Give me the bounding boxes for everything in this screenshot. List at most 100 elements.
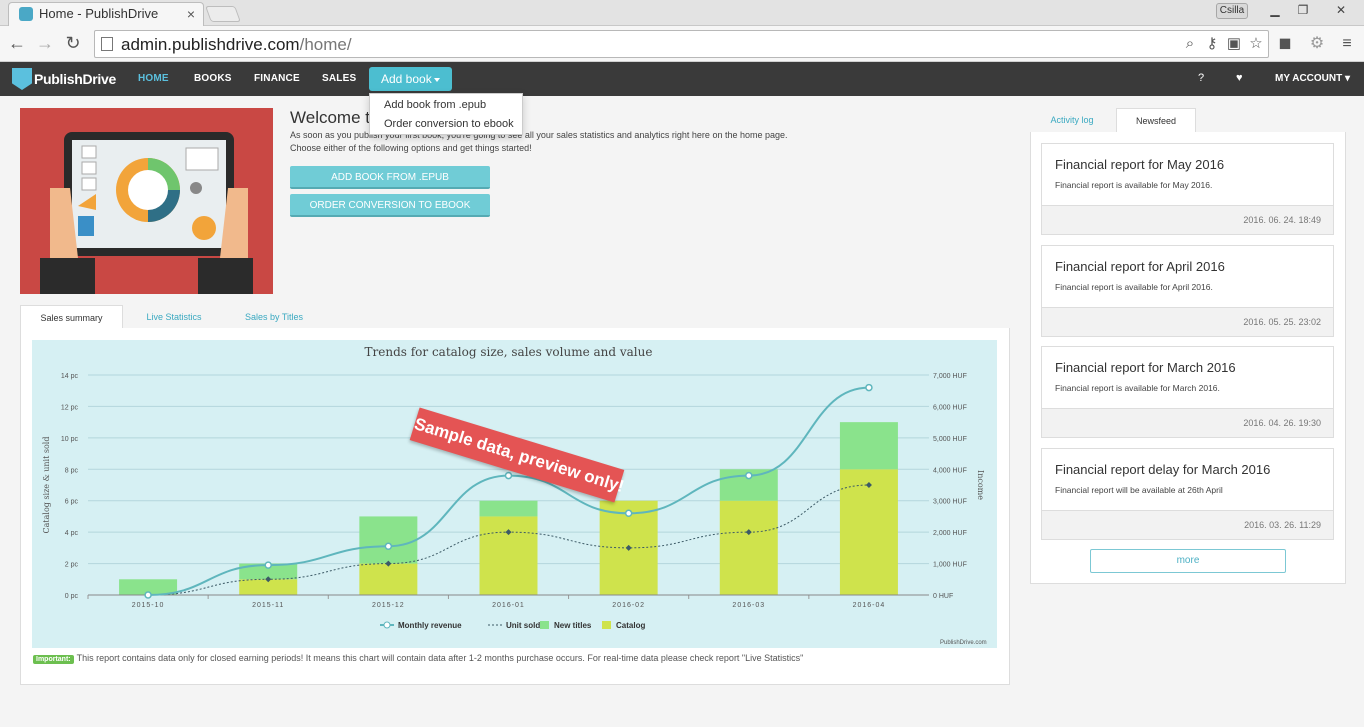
news-card[interactable]: Financial report for May 2016 Financial …: [1041, 143, 1334, 235]
y2-tick-label: 7,000 HUF: [933, 373, 967, 380]
nav-finance[interactable]: FINANCE: [254, 73, 300, 84]
minimize-icon[interactable]: ▁: [1262, 1, 1288, 19]
profile-button[interactable]: Csilla: [1216, 3, 1248, 19]
x-tick-label: 2015-10: [132, 602, 165, 609]
app-navbar: PublishDrive HOME BOOKS FINANCE SALES Ad…: [0, 62, 1364, 96]
x-tick-label: 2016-02: [612, 602, 645, 609]
y-tick-label: 12 pc: [61, 404, 79, 411]
chart-credit: PublishDrive.com: [940, 640, 987, 646]
url-text: admin.publishdrive.com/home/: [121, 35, 352, 54]
news-body: Financial report is available for March …: [1055, 383, 1220, 393]
nav-home[interactable]: HOME: [138, 73, 169, 84]
y-tick-label: 0 pc: [65, 593, 79, 600]
welcome-title: Welcome to: [290, 108, 380, 127]
menu-icon[interactable]: ≡: [1336, 33, 1358, 55]
legend-label: Monthly revenue: [398, 621, 462, 630]
forward-icon[interactable]: →: [34, 32, 56, 54]
legend-swatch-marker: [383, 621, 391, 629]
bar-catalog: [839, 469, 898, 595]
extension-icon[interactable]: ◼: [1274, 33, 1296, 55]
back-icon[interactable]: ←: [6, 32, 28, 54]
help-icon[interactable]: ?: [1198, 72, 1204, 84]
news-date: 2016. 04. 26. 19:30: [1243, 418, 1321, 428]
legend-label: Unit sold: [506, 621, 540, 630]
news-card[interactable]: Financial report delay for March 2016 Fi…: [1041, 448, 1334, 540]
reload-icon[interactable]: ↻: [62, 32, 84, 54]
trends-chart: Trends for catalog size, sales volume an…: [32, 340, 997, 648]
bar-new-titles: [479, 500, 538, 517]
news-footer: 2016. 04. 26. 19:30: [1042, 408, 1333, 437]
tab-live-statistics[interactable]: Live Statistics: [130, 305, 218, 329]
bar-new-titles: [359, 516, 418, 564]
monthly-revenue-point: [624, 509, 633, 518]
y2-tick-label: 6,000 HUF: [933, 404, 967, 411]
bar-catalog: [479, 516, 538, 595]
monthly-revenue-point: [504, 471, 513, 480]
order-conversion-button[interactable]: ORDER CONVERSION TO EBOOK: [290, 194, 490, 217]
x-tick-label: 2016-01: [492, 602, 525, 609]
tab-activity-log[interactable]: Activity log: [1038, 108, 1106, 132]
legend-label: Catalog: [616, 621, 645, 630]
news-footer: 2016. 03. 26. 11:29: [1042, 510, 1333, 539]
address-bar[interactable]: admin.publishdrive.com/home/ ⌕ ⚷ ▣ ☆: [94, 30, 1269, 58]
legend-swatch: [540, 621, 549, 629]
logo-icon: [12, 68, 32, 90]
news-body: Financial report will be available at 26…: [1055, 485, 1223, 495]
x-tick-label: 2015-12: [372, 602, 405, 609]
nav-books[interactable]: BOOKS: [194, 73, 232, 84]
y-tick-label: 4 pc: [65, 530, 79, 537]
menu-add-epub[interactable]: Add book from .epub: [384, 99, 486, 111]
key-icon[interactable]: ⚷: [1203, 35, 1221, 53]
zoom-icon[interactable]: ⌕: [1181, 35, 1199, 53]
y-tick-label: 14 pc: [61, 373, 79, 380]
news-footer: 2016. 05. 25. 23:02: [1042, 307, 1333, 336]
chart-title: Trends for catalog size, sales volume an…: [365, 345, 653, 359]
heart-icon[interactable]: ♥: [1236, 72, 1243, 84]
bar-catalog: [359, 563, 418, 595]
news-body: Financial report is available for April …: [1055, 282, 1213, 292]
tab-sales-summary[interactable]: Sales summary: [20, 305, 123, 329]
sales-tabs: Sales summary Live Statistics Sales by T…: [20, 305, 1010, 329]
x-tick-label: 2016-04: [853, 602, 886, 609]
y2-axis-label: Income: [976, 470, 985, 500]
news-title: Financial report for May 2016: [1055, 157, 1225, 172]
monthly-revenue-point: [384, 542, 393, 551]
close-tab-icon[interactable]: ×: [187, 3, 195, 25]
monthly-revenue-point: [264, 561, 272, 569]
translate-icon[interactable]: ▣: [1225, 35, 1243, 53]
window-close-icon[interactable]: ✕: [1322, 1, 1360, 19]
browser-tab[interactable]: Home - PublishDrive ×: [8, 2, 204, 26]
news-card[interactable]: Financial report for April 2016 Financia…: [1041, 245, 1334, 337]
add-book-button[interactable]: Add book: [369, 67, 452, 91]
bookmark-star-icon[interactable]: ☆: [1247, 35, 1265, 53]
news-date: 2016. 03. 26. 11:29: [1244, 520, 1321, 530]
monthly-revenue-point: [865, 383, 873, 392]
menu-order-conversion[interactable]: Order conversion to ebook: [384, 118, 514, 130]
y2-tick-label: 5,000 HUF: [933, 436, 967, 443]
news-date: 2016. 06. 24. 18:49: [1243, 215, 1321, 225]
add-book-epub-button[interactable]: ADD BOOK FROM .EPUB: [290, 166, 490, 189]
y2-tick-label: 4,000 HUF: [933, 467, 967, 474]
extension-robot-icon[interactable]: ⚙: [1306, 33, 1328, 55]
y-axis-label: Catalog size & unit sold: [42, 437, 51, 534]
news-title: Financial report for March 2016: [1055, 360, 1236, 375]
y-tick-label: 6 pc: [65, 499, 79, 506]
tab-sales-by-titles[interactable]: Sales by Titles: [230, 305, 318, 329]
page-icon: [101, 37, 113, 51]
my-account-menu[interactable]: MY ACCOUNT ▾: [1275, 73, 1350, 84]
favicon-icon: [19, 7, 33, 21]
new-tab-button[interactable]: [205, 6, 241, 22]
legend-swatch: [602, 621, 611, 629]
important-badge: Important:: [33, 655, 74, 664]
y2-tick-label: 2,000 HUF: [933, 530, 967, 537]
browser-toolbar: ← → ↻ admin.publishdrive.com/home/ ⌕ ⚷ ▣…: [0, 26, 1364, 62]
more-button[interactable]: more: [1090, 549, 1286, 573]
side-tabs: Activity log Newsfeed: [1030, 108, 1346, 133]
restore-icon[interactable]: ❐: [1290, 1, 1316, 19]
news-title: Financial report for April 2016: [1055, 259, 1225, 274]
nav-sales[interactable]: SALES: [322, 73, 356, 84]
y2-tick-label: 3,000 HUF: [933, 499, 967, 506]
news-card[interactable]: Financial report for March 2016 Financia…: [1041, 346, 1334, 438]
bar-catalog: [719, 500, 778, 595]
tab-newsfeed[interactable]: Newsfeed: [1116, 108, 1196, 133]
